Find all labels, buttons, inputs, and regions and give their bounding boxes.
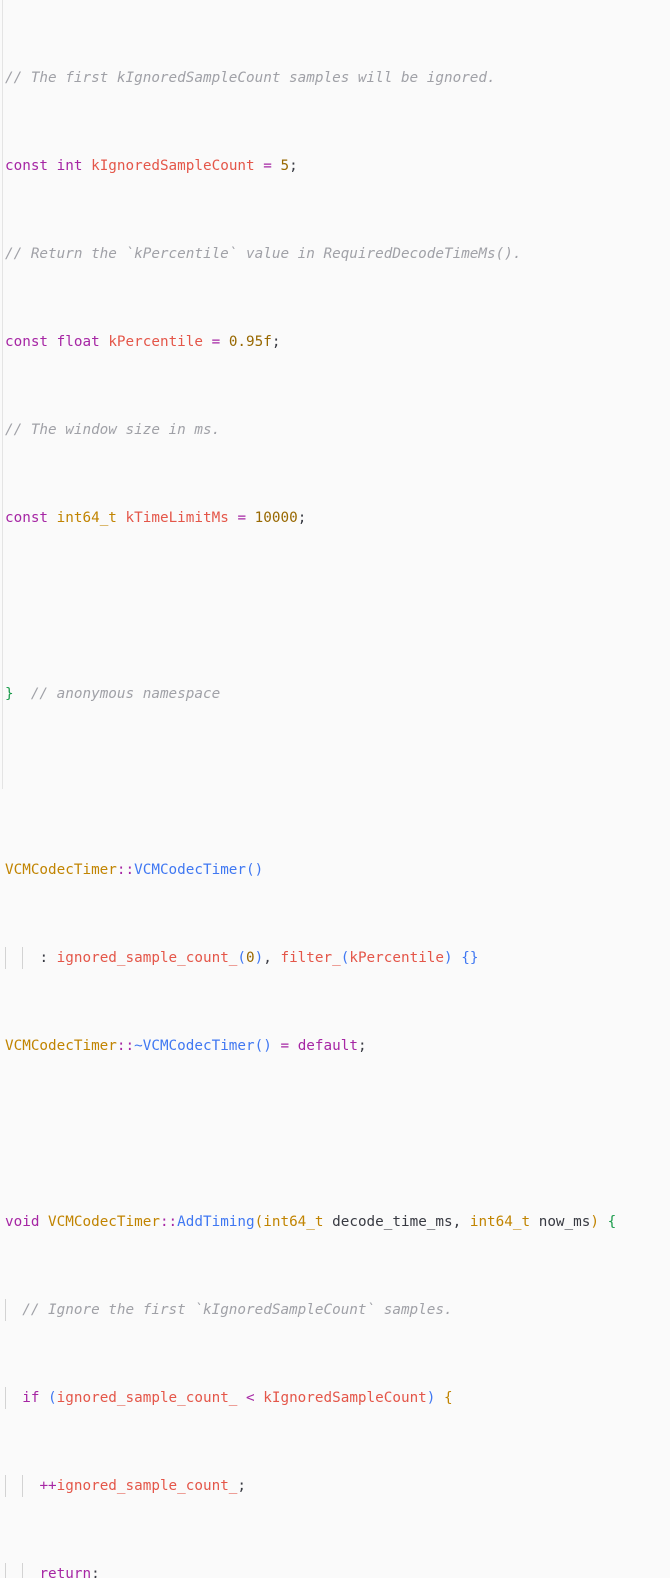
code-line[interactable]: // The first kIgnoredSampleCount samples… xyxy=(5,67,670,89)
code-line[interactable]: void VCMCodecTimer::AddTiming(int64_t de… xyxy=(5,1211,670,1233)
code-line-empty[interactable] xyxy=(5,1123,670,1145)
code-content[interactable]: // The first kIgnoredSampleCount samples… xyxy=(0,1,670,1578)
code-line-empty[interactable] xyxy=(5,771,670,793)
code-editor[interactable]: // The first kIgnoredSampleCount samples… xyxy=(0,0,670,1578)
code-line[interactable]: // Ignore the first `kIgnoredSampleCount… xyxy=(5,1299,670,1321)
code-line[interactable]: if (ignored_sample_count_ < kIgnoredSamp… xyxy=(5,1387,670,1409)
code-line[interactable]: // Return the `kPercentile` value in Req… xyxy=(5,243,670,265)
code-line[interactable]: const int kIgnoredSampleCount = 5; xyxy=(5,155,670,177)
code-line[interactable]: } // anonymous namespace xyxy=(5,683,670,705)
code-line[interactable]: VCMCodecTimer::VCMCodecTimer() xyxy=(5,859,670,881)
indent-guides xyxy=(5,1563,670,1578)
code-line[interactable]: ++ignored_sample_count_; xyxy=(5,1475,670,1497)
code-line[interactable]: // The window size in ms. xyxy=(5,419,670,441)
code-line-empty[interactable] xyxy=(5,595,670,617)
code-line[interactable]: const int64_t kTimeLimitMs = 10000; xyxy=(5,507,670,529)
code-line[interactable]: : ignored_sample_count_(0), filter_(kPer… xyxy=(5,947,670,969)
code-line[interactable]: return; xyxy=(5,1563,670,1578)
code-line[interactable]: VCMCodecTimer::~VCMCodecTimer() = defaul… xyxy=(5,1035,670,1057)
code-line[interactable]: const float kPercentile = 0.95f; xyxy=(5,331,670,353)
